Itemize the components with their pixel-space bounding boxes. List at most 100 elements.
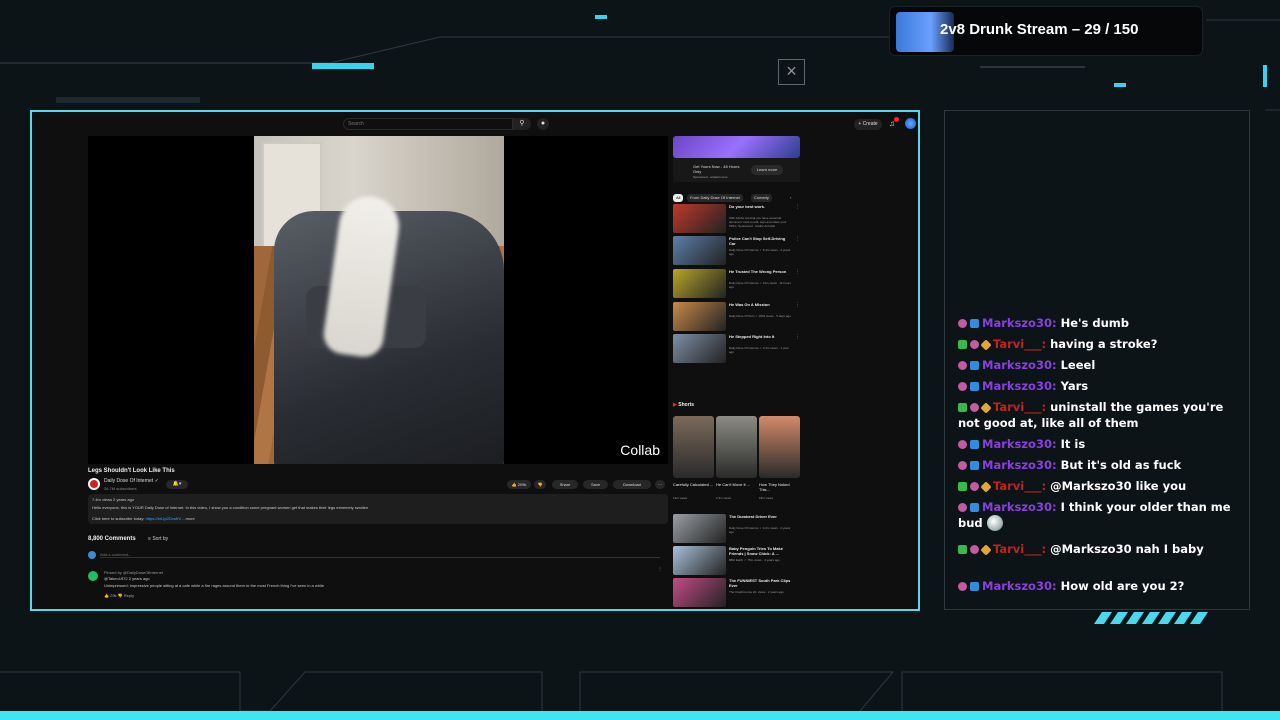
video-thumbnail[interactable] (673, 334, 726, 363)
stream-title-pill: 2v8 Drunk Stream – 29 / 150 (889, 6, 1203, 56)
comment-more-icon[interactable]: ⋮ (658, 566, 662, 571)
chat-username[interactable]: Tarvi___: (993, 542, 1046, 556)
more-options-icon[interactable]: ⋮ (795, 269, 800, 275)
video-title: Legs Shouldn't Look Like This (88, 468, 175, 474)
share-button[interactable]: Share (552, 480, 578, 489)
recommended-video[interactable]: He Trusted The Wrong Person Daily Dose Of… (673, 269, 800, 299)
recommended-meta: The Crashcourse 2m views · 2 years ago (729, 590, 784, 594)
short-thumbnail[interactable] (759, 416, 800, 478)
subscribe-link[interactable]: https://bit.ly/2DzsfrV (146, 516, 182, 521)
badge-icon (970, 319, 979, 328)
description-box[interactable]: 7.4m views 2 years ago Hello everyone, t… (88, 494, 668, 524)
recommended-title[interactable]: Baby Penguin Tries To Make Friends | Sno… (729, 546, 791, 556)
show-more-link[interactable]: ...more (182, 516, 194, 521)
ad-card[interactable]: Get Yours Now - 48 Hours Only Sponsored … (673, 158, 800, 182)
recommended-title[interactable]: Police Can't Stop Self-Driving Car (729, 236, 791, 246)
chip-from-channel[interactable]: From Daily Dose Of Internet (687, 194, 743, 202)
dislike-button[interactable]: 👎 (534, 480, 546, 489)
save-label: Save (590, 482, 601, 487)
ad-banner[interactable] (673, 136, 800, 158)
thumbs-down-icon[interactable]: 👎 (118, 593, 123, 598)
chat-text: He's dumb (1060, 316, 1130, 330)
video-thumbnail[interactable] (673, 514, 726, 543)
recommended-title[interactable]: The FUNNIEST South Park Clips Ever (729, 578, 791, 588)
avatar[interactable] (905, 118, 916, 129)
search-input[interactable]: Search (343, 118, 513, 130)
video-thumbnail[interactable] (673, 236, 726, 265)
more-options-icon[interactable]: ⋮ (795, 302, 800, 308)
chat-username[interactable]: Markszo30: (982, 458, 1057, 472)
hud-accent-dash (1263, 65, 1267, 87)
recommended-video[interactable]: The Dumbest Driver Ever Daily Dose Of Int… (673, 514, 800, 544)
short-thumbnail[interactable] (673, 416, 714, 478)
video-thumbnail[interactable] (673, 204, 726, 233)
like-count: 209k (517, 482, 527, 487)
video-thumbnail[interactable] (673, 302, 726, 331)
chat-text: Yars (1060, 379, 1089, 393)
recommended-video[interactable]: The FUNNIEST South Park Clips Ever The Cr… (673, 578, 800, 608)
badge-icon (980, 402, 992, 414)
video-player[interactable]: Collab (88, 136, 668, 464)
recommended-video[interactable]: Baby Penguin Tries To Make Friends | Sno… (673, 546, 800, 576)
save-button[interactable]: Save (583, 480, 608, 489)
chat-message: Markszo30: He's dumb (958, 315, 1238, 331)
chevron-right-icon[interactable]: › (787, 194, 794, 202)
thumbs-up-icon[interactable]: 👍 (104, 593, 109, 598)
video-thumbnail[interactable] (673, 269, 726, 298)
create-button[interactable]: + Create (854, 119, 882, 130)
badge-icon (958, 482, 967, 491)
recommended-meta: Daily Dose Of Internet ✓ 5.4m views · 2 … (729, 248, 791, 256)
chat-username[interactable]: Markszo30: (982, 316, 1057, 330)
more-options-icon[interactable]: ⋮ (795, 204, 800, 210)
recommended-video[interactable]: Do your best work. With Adobe Acrobat you… (673, 204, 800, 234)
badge-icon (970, 545, 979, 554)
short-title[interactable]: He Can't Move It ... (716, 482, 757, 487)
video-thumbnail[interactable] (673, 578, 726, 607)
recommended-title[interactable]: He Trusted The Wrong Person (729, 269, 791, 274)
more-options-icon[interactable]: ⋮ (795, 236, 800, 242)
chat-username[interactable]: Markszo30: (982, 437, 1057, 451)
short-title[interactable]: How They Nuked This... (759, 482, 800, 492)
chat-username[interactable]: Tarvi___: (993, 400, 1046, 414)
microphone-icon[interactable]: ● (537, 118, 549, 130)
comment-author[interactable]: @Takeo1972 2 years ago (104, 576, 150, 581)
badge-icon (970, 361, 979, 370)
comment-avatar[interactable] (88, 571, 98, 581)
chat-username[interactable]: Tarvi___: (993, 337, 1046, 351)
recommended-title[interactable]: He Stepped Right Into It (729, 334, 791, 339)
chat-username[interactable]: Markszo30: (982, 358, 1057, 372)
recommended-video[interactable]: He Stepped Right Into It Daily Dose Of In… (673, 334, 800, 364)
recommended-title[interactable]: The Dumbest Driver Ever (729, 514, 791, 519)
video-thumbnail[interactable] (673, 546, 726, 575)
chip-comedy[interactable]: Comedy (751, 194, 772, 202)
short-thumbnail[interactable] (716, 416, 757, 478)
chat-message: Tarvi___: @Markszo30 nah I baby (958, 541, 1238, 557)
chat-username[interactable]: Markszo30: (982, 579, 1057, 593)
channel-avatar[interactable] (88, 478, 100, 490)
channel-name[interactable]: Daily Dose Of Internet ✓ (104, 478, 159, 484)
bell-icon[interactable]: 🔔▾ (166, 480, 188, 489)
chip-all[interactable]: All (673, 194, 684, 202)
learn-more-button[interactable]: Learn more (751, 165, 783, 175)
chat-username[interactable]: Tarvi___: (993, 479, 1046, 493)
comment-text: Unimpressed: impressive people sitting a… (104, 583, 324, 588)
recommended-title[interactable]: He Was On A Mission (729, 302, 791, 307)
add-comment-input[interactable]: Add a comment... (100, 552, 660, 558)
more-actions-icon[interactable]: ⋯ (655, 480, 665, 489)
chat-username[interactable]: Markszo30: (982, 379, 1057, 393)
recommended-meta: Daily Dose Of Petn ✓ 260k views · 5 days… (729, 314, 791, 318)
recommended-video[interactable]: He Was On A Mission Daily Dose Of Petn ✓ … (673, 302, 800, 332)
chat-username[interactable]: Markszo30: (982, 500, 1057, 514)
more-options-icon[interactable]: ⋮ (795, 334, 800, 340)
reply-button[interactable]: Reply (124, 593, 134, 598)
sort-icon: ≡ (148, 536, 151, 542)
badge-icon (958, 319, 967, 328)
sort-by-button[interactable]: ≡ Sort by (148, 536, 168, 542)
download-button[interactable]: Download (613, 480, 651, 489)
recommended-video[interactable]: Police Can't Stop Self-Driving Car Daily … (673, 236, 800, 266)
search-icon[interactable]: ⚲ (513, 118, 531, 130)
chat-text: having a stroke? (1050, 337, 1158, 351)
like-button[interactable]: 👍 209k (507, 480, 531, 489)
short-title[interactable]: Carefully Calculated ... (673, 482, 714, 487)
recommended-title[interactable]: Do your best work. (729, 204, 791, 209)
